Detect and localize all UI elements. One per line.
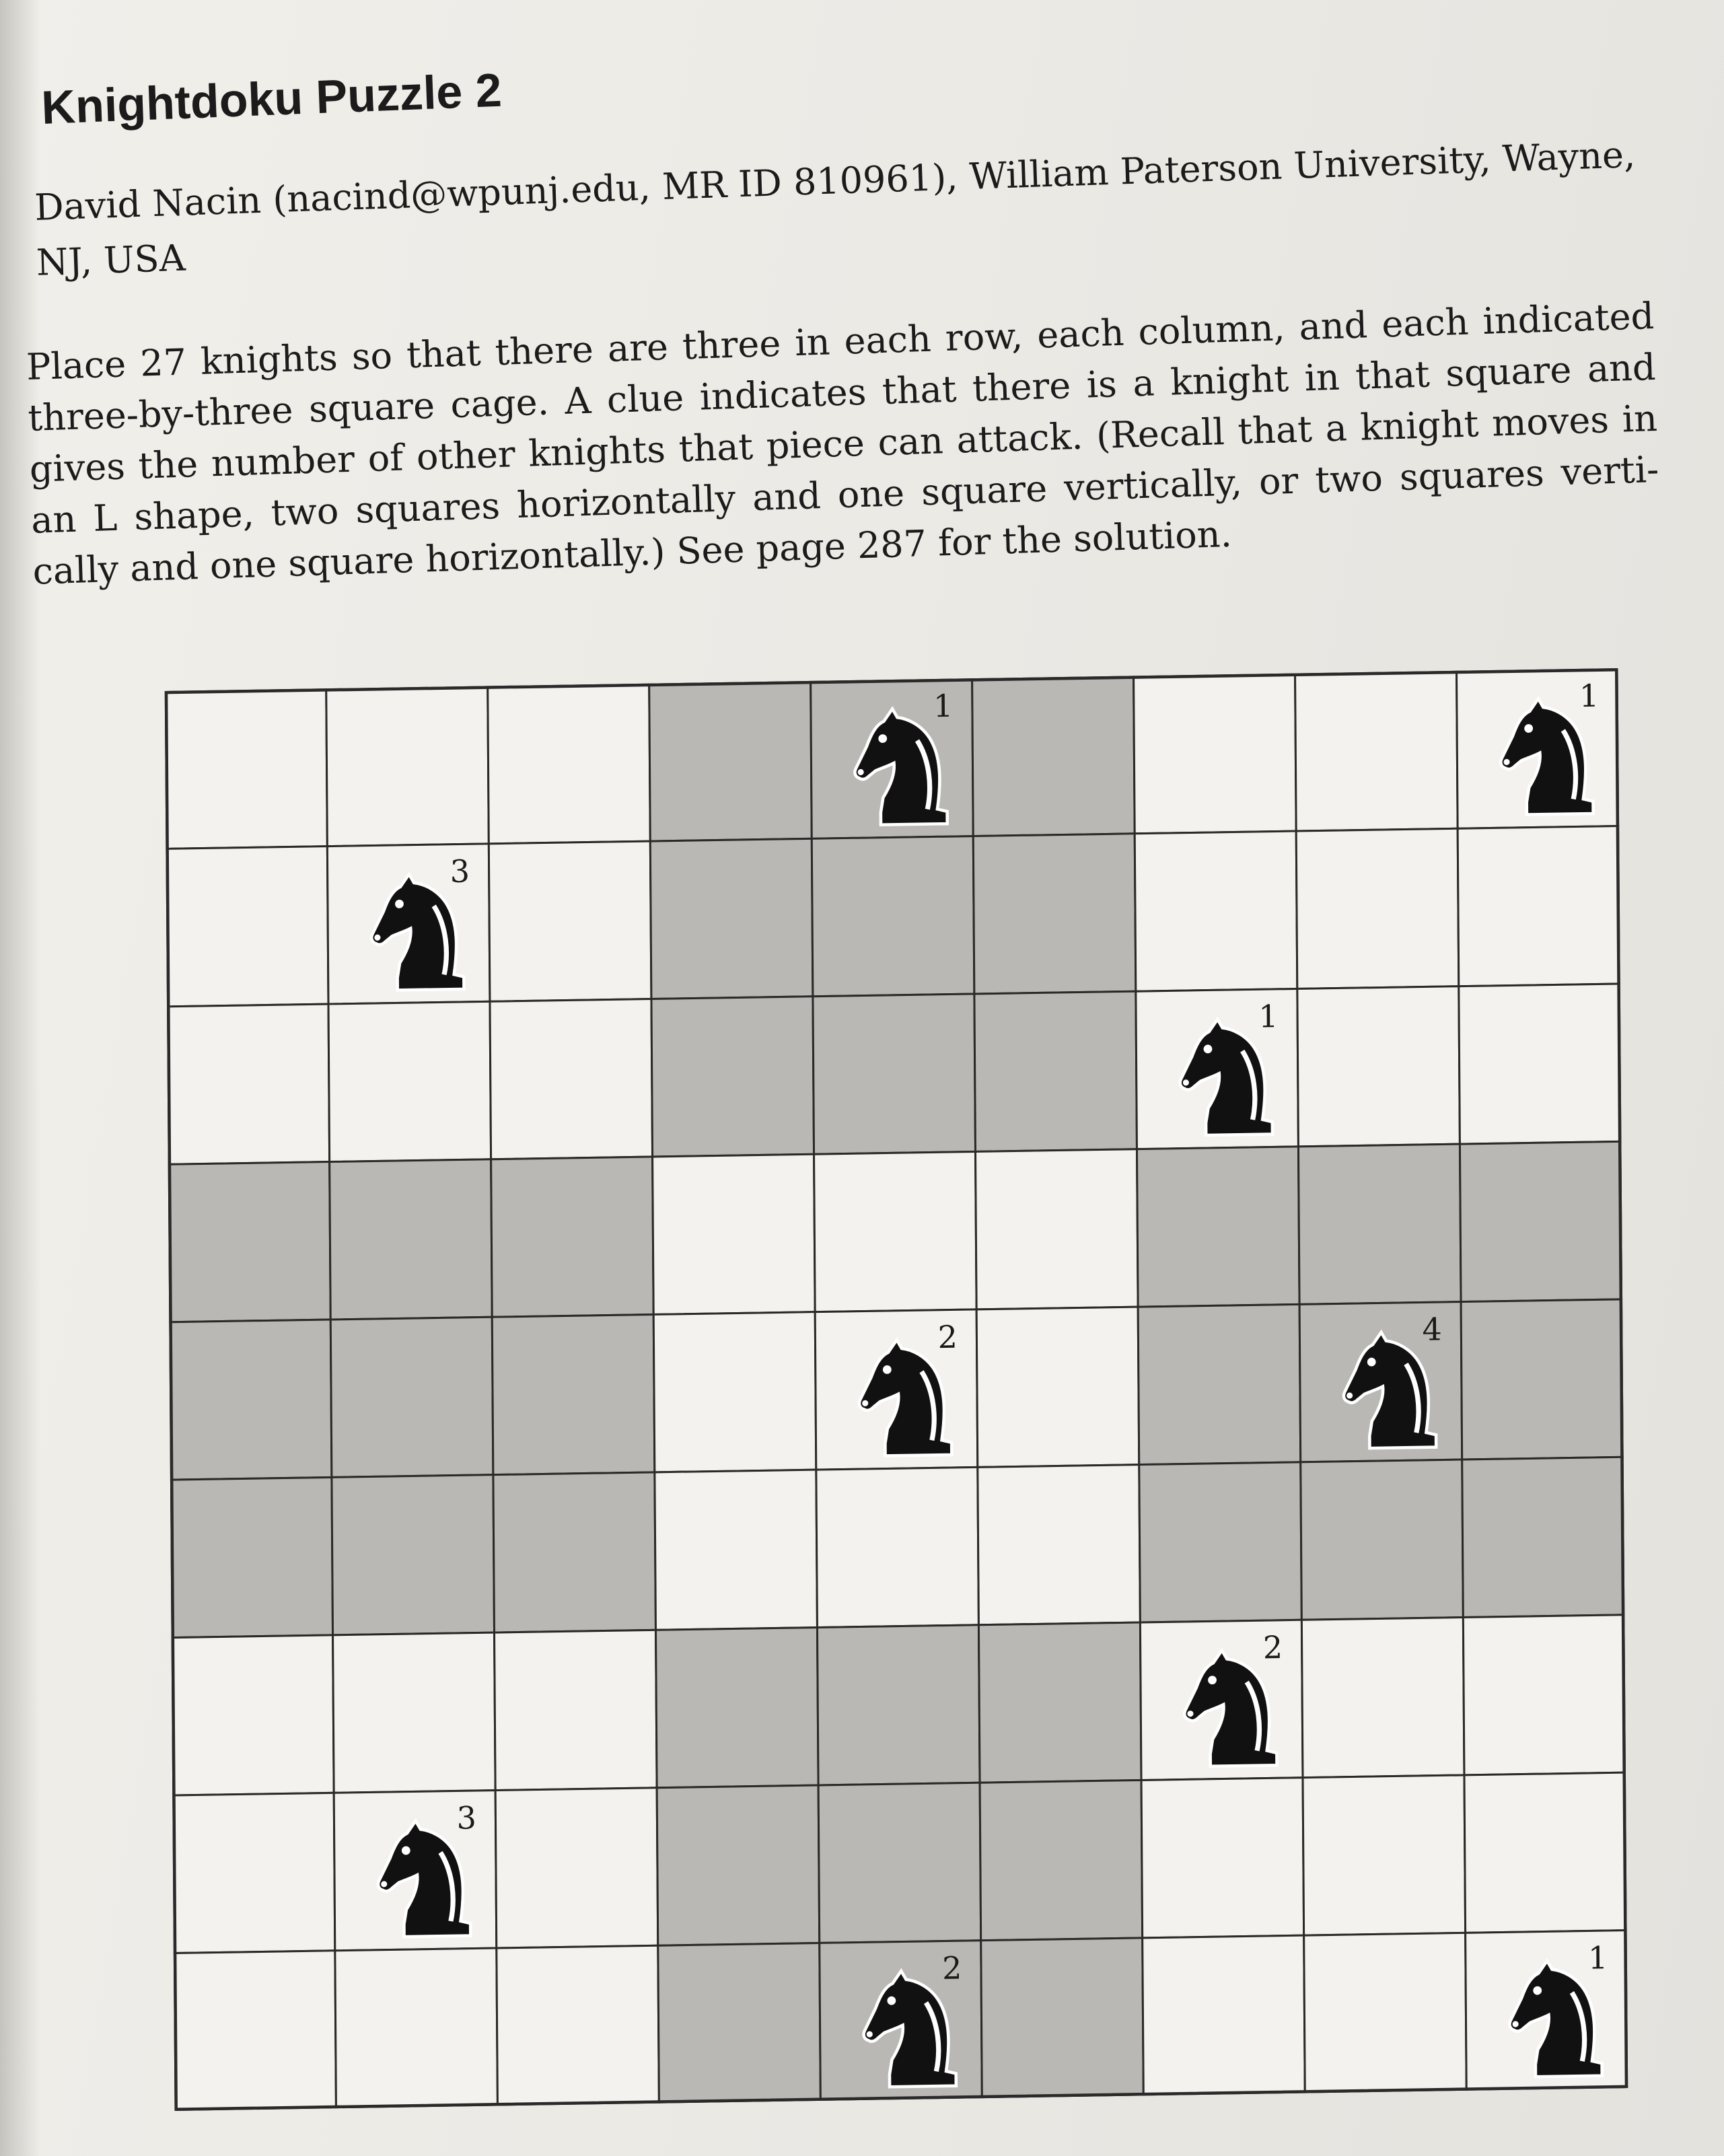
- board-cell-r2-c1[interactable]: [164, 845, 330, 1008]
- board-cell-r1-c3[interactable]: [487, 682, 651, 845]
- board-cell-r6-c5[interactable]: [815, 1466, 980, 1629]
- board-cell-r7-c5[interactable]: [816, 1624, 981, 1787]
- board-cell-r2-c9[interactable]: [1456, 824, 1622, 988]
- book-page: Knightdoku Puzzle 2 David Nacin (nacind@…: [0, 0, 1724, 2156]
- board-cell-r6-c8[interactable]: [1299, 1458, 1464, 1621]
- board-cell-r2-c3[interactable]: [487, 840, 653, 1003]
- board-cell-r3-c3[interactable]: [489, 998, 654, 1161]
- board-cell-r4-c8[interactable]: [1297, 1143, 1462, 1305]
- board-cell-r9-c4[interactable]: [657, 1941, 822, 2105]
- board-cell-r9-c3[interactable]: [495, 1944, 660, 2107]
- board-cell-r4-c3[interactable]: [490, 1155, 655, 1318]
- author-line: David Nacin (nacind@wpunj.edu, MR ID 810…: [34, 133, 1637, 284]
- board-cell-r9-c6[interactable]: [980, 1937, 1145, 2099]
- clue-number: 2: [1263, 1629, 1283, 1665]
- board-cell-r4-c7[interactable]: [1135, 1145, 1301, 1308]
- board-cell-r8-c9[interactable]: [1463, 1771, 1628, 1934]
- board-cell-r6-c9[interactable]: [1461, 1456, 1626, 1619]
- board-cell-r8-c6[interactable]: [978, 1778, 1144, 1942]
- clue-number: 2: [942, 1949, 962, 1986]
- board-cell-r6-c1[interactable]: [169, 1476, 334, 1639]
- clue-number: 4: [1422, 1311, 1442, 1347]
- board-cell-r5-c9[interactable]: [1460, 1298, 1625, 1461]
- board-cell-r6-c2[interactable]: [330, 1474, 496, 1637]
- board-cell-r3-c8[interactable]: [1296, 985, 1461, 1148]
- page-gutter-shadow: [0, 0, 40, 2156]
- board-cell-r3-c9[interactable]: [1458, 982, 1622, 1145]
- board-cell-r7-c4[interactable]: [654, 1626, 820, 1789]
- board-cell-r4-c4[interactable]: [651, 1153, 816, 1316]
- knightdoku-board: 1 1 3 1 2 4 2 3 2 1: [164, 668, 1628, 2111]
- clue-number: 1: [1579, 678, 1600, 714]
- board-cell-r1-c2[interactable]: [325, 684, 490, 848]
- board-cell-r8-c7[interactable]: [1140, 1776, 1305, 1939]
- clue-number: 3: [456, 1799, 476, 1836]
- instructions-paragraph: Place 27 knights so that there are three…: [26, 294, 1660, 593]
- board-cell-r5-c2[interactable]: [329, 1316, 495, 1478]
- board-cell-r2-c8[interactable]: [1295, 827, 1460, 990]
- board-cell-r5-c3[interactable]: [491, 1313, 656, 1476]
- clue-number: 3: [450, 853, 470, 890]
- board-cell-r6-c7[interactable]: [1138, 1461, 1303, 1624]
- board-cell-r7-c8[interactable]: [1300, 1616, 1466, 1779]
- board-cell-r2-c7[interactable]: [1133, 830, 1299, 993]
- board-cell-r1-c7[interactable]: [1133, 672, 1297, 835]
- board-cell-r5-c7[interactable]: [1137, 1303, 1302, 1466]
- board-cell-r3-c4[interactable]: [650, 995, 816, 1158]
- board-cell-r3-c1[interactable]: [166, 1003, 331, 1165]
- board-cell-r8-c1[interactable]: [171, 1791, 336, 1955]
- board-cell-r6-c6[interactable]: [976, 1464, 1141, 1626]
- board-cell-r6-c4[interactable]: [653, 1468, 818, 1631]
- board-cell-r8-c4[interactable]: [655, 1784, 821, 1947]
- board-cell-r2-c6[interactable]: [972, 832, 1137, 995]
- board-cell-r4-c5[interactable]: [813, 1150, 978, 1314]
- board-cell-r8-c5[interactable]: [817, 1781, 982, 1944]
- board-cell-r5-c4[interactable]: [652, 1311, 818, 1474]
- board-cell-r1-c1[interactable]: [164, 687, 328, 850]
- clue-number: 1: [933, 688, 954, 724]
- board-cell-r3-c2[interactable]: [327, 1000, 493, 1163]
- board-cell-r4-c9[interactable]: [1458, 1140, 1624, 1303]
- board-cell-r9-c8[interactable]: [1303, 1931, 1468, 2095]
- board-cell-r8-c8[interactable]: [1301, 1774, 1467, 1937]
- board-cell-r2-c5[interactable]: [810, 835, 976, 998]
- board-grid: 1 1 3 1 2 4 2 3 2 1: [164, 668, 1628, 2111]
- board-cell-r7-c2[interactable]: [332, 1631, 497, 1794]
- board-cell-r9-c2[interactable]: [334, 1947, 499, 2110]
- board-cell-r2-c4[interactable]: [649, 837, 814, 1001]
- board-cell-r1-c4[interactable]: [648, 680, 813, 842]
- board-cell-r4-c2[interactable]: [328, 1158, 493, 1321]
- board-cell-r6-c3[interactable]: [492, 1471, 657, 1634]
- board-cell-r5-c1[interactable]: [168, 1318, 333, 1481]
- board-cell-r4-c1[interactable]: [167, 1160, 332, 1324]
- puzzle-title: Knightdoku Puzzle 2: [40, 63, 503, 134]
- board-cell-r1-c6[interactable]: [971, 674, 1136, 838]
- board-cell-r7-c6[interactable]: [977, 1621, 1143, 1784]
- board-cell-r7-c1[interactable]: [170, 1634, 335, 1797]
- board-cell-r7-c3[interactable]: [493, 1628, 658, 1792]
- board-cell-r7-c9[interactable]: [1462, 1614, 1627, 1776]
- clue-number: 2: [937, 1319, 958, 1355]
- clue-number: 1: [1588, 1939, 1608, 1976]
- board-cell-r4-c6[interactable]: [974, 1148, 1139, 1311]
- board-cell-r9-c1[interactable]: [172, 1949, 337, 2111]
- board-cell-r3-c6[interactable]: [973, 990, 1139, 1153]
- board-cell-r1-c8[interactable]: [1294, 670, 1459, 832]
- board-cell-r9-c7[interactable]: [1141, 1934, 1306, 2097]
- board-cell-r5-c6[interactable]: [975, 1305, 1141, 1468]
- board-cell-r3-c5[interactable]: [812, 993, 977, 1155]
- board-cell-r8-c3[interactable]: [494, 1787, 659, 1949]
- clue-number: 1: [1258, 998, 1279, 1034]
